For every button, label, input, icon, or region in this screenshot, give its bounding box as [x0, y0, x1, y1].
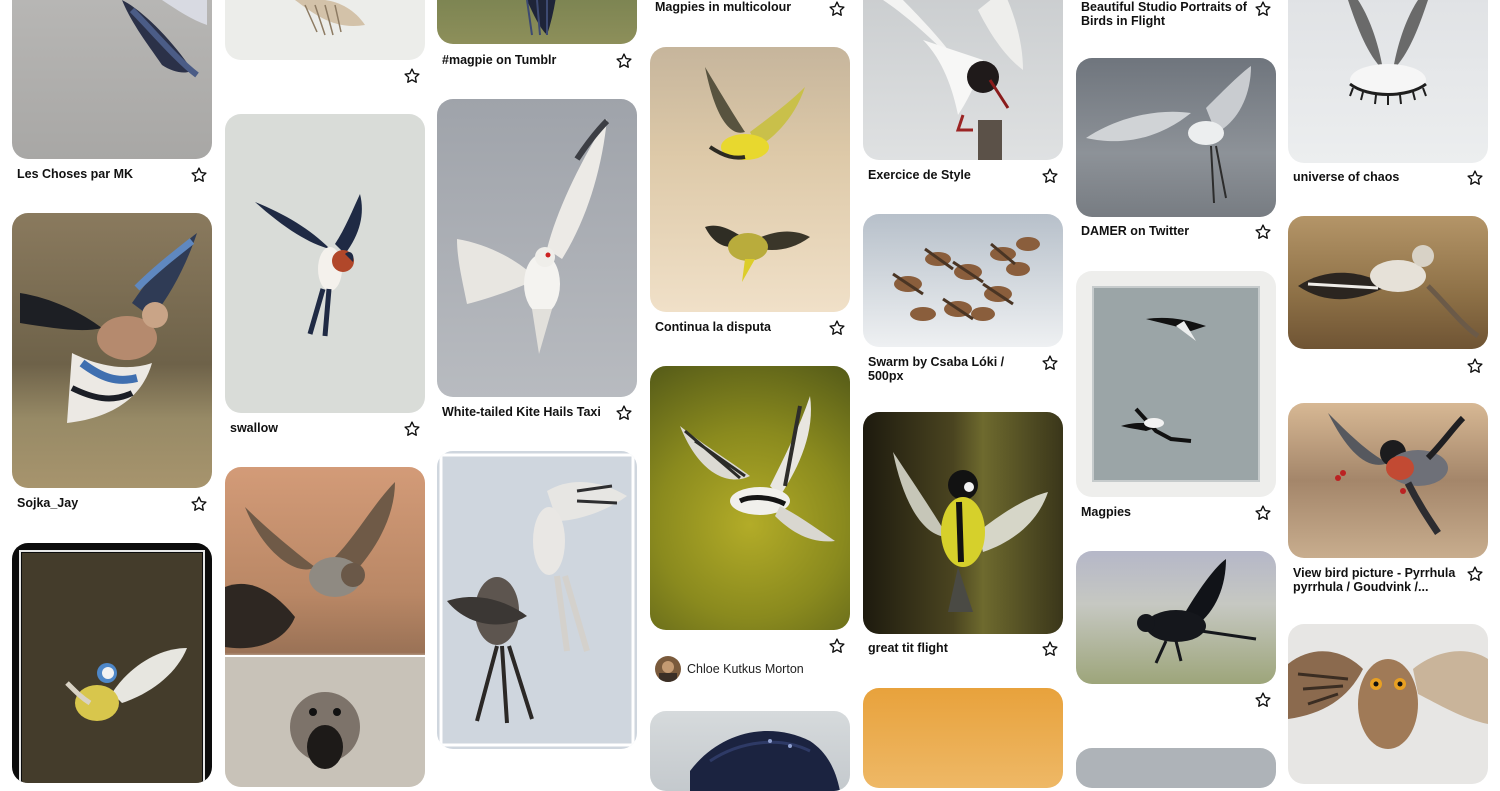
- save-star-icon[interactable]: [403, 67, 421, 85]
- pin-title: Magpies: [1081, 505, 1132, 519]
- pin-title: great tit flight: [868, 641, 948, 655]
- save-star-icon[interactable]: [615, 404, 633, 422]
- pin-title: Les Choses par MK: [17, 167, 134, 181]
- pin-image[interactable]: [650, 47, 850, 312]
- pin-title: #magpie on Tumblr: [442, 53, 557, 67]
- pin-image[interactable]: [1076, 271, 1276, 497]
- pin-image[interactable]: [12, 543, 212, 783]
- save-star-icon[interactable]: [1254, 0, 1272, 18]
- pin-image[interactable]: [1288, 403, 1488, 558]
- pin-image[interactable]: [12, 0, 212, 159]
- pin-image[interactable]: [650, 711, 850, 791]
- save-star-icon[interactable]: [1466, 169, 1484, 187]
- pin-title: Swarm by Csaba Lóki / 500px: [868, 355, 1005, 383]
- pin-title: Magpies in multicolour: [655, 0, 792, 14]
- pin-title: Continua la disputa: [655, 320, 771, 334]
- pin-author[interactable]: Chloe Kutkus Morton: [655, 656, 804, 682]
- pin-image[interactable]: [225, 114, 425, 413]
- save-star-icon[interactable]: [615, 52, 633, 70]
- pin-image[interactable]: [1076, 551, 1276, 684]
- save-star-icon[interactable]: [1466, 357, 1484, 375]
- pin-image[interactable]: [12, 213, 212, 488]
- save-star-icon[interactable]: [190, 166, 208, 184]
- pin-image[interactable]: [1076, 58, 1276, 217]
- pin-image[interactable]: [437, 0, 637, 44]
- pin-image[interactable]: [225, 0, 425, 60]
- save-star-icon[interactable]: [828, 319, 846, 337]
- pin-title: universe of chaos: [1293, 170, 1400, 184]
- save-star-icon[interactable]: [1041, 354, 1059, 372]
- save-star-icon[interactable]: [1466, 565, 1484, 583]
- pin-title: DAMER on Twitter: [1081, 224, 1190, 238]
- pin-image[interactable]: [437, 99, 637, 397]
- save-star-icon[interactable]: [190, 495, 208, 513]
- author-avatar[interactable]: [655, 656, 681, 682]
- pin-image[interactable]: [225, 467, 425, 787]
- pin-image[interactable]: [863, 214, 1063, 347]
- save-star-icon[interactable]: [828, 0, 846, 18]
- pin-title: swallow: [230, 421, 278, 435]
- save-star-icon[interactable]: [1254, 223, 1272, 241]
- pin-image[interactable]: [1288, 0, 1488, 163]
- pin-image[interactable]: [650, 366, 850, 630]
- pin-image[interactable]: [1288, 624, 1488, 784]
- pin-title: Sojka_Jay: [17, 496, 79, 510]
- save-star-icon[interactable]: [1254, 691, 1272, 709]
- pin-image[interactable]: [437, 451, 637, 749]
- pin-image[interactable]: [863, 0, 1063, 160]
- save-star-icon[interactable]: [403, 420, 421, 438]
- pin-title: White-tailed Kite Hails Taxi: [442, 405, 601, 419]
- pin-image[interactable]: [863, 412, 1063, 634]
- save-star-icon[interactable]: [828, 637, 846, 655]
- pin-image[interactable]: [1288, 216, 1488, 349]
- pin-title: Beautiful Studio Portraits of Birds in F…: [1081, 0, 1247, 28]
- author-name[interactable]: Chloe Kutkus Morton: [687, 662, 804, 676]
- save-star-icon[interactable]: [1254, 504, 1272, 522]
- pin-title: Exercice de Style: [868, 168, 971, 182]
- save-star-icon[interactable]: [1041, 167, 1059, 185]
- save-star-icon[interactable]: [1041, 640, 1059, 658]
- pin-image[interactable]: [863, 688, 1063, 788]
- pin-image[interactable]: [1076, 748, 1276, 788]
- pin-title: View bird picture - Pyrrhula pyrrhula / …: [1293, 566, 1456, 594]
